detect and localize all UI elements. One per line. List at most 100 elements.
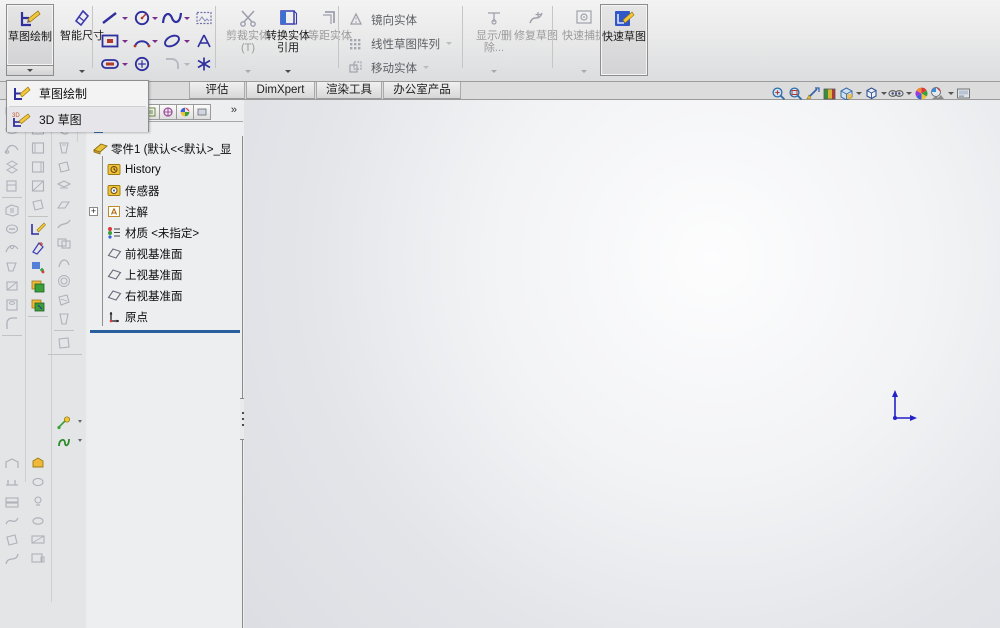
toolbar-divider <box>54 330 74 331</box>
previous-view-icon[interactable] <box>804 85 820 101</box>
display-style-dropdown-arrow[interactable] <box>880 85 887 101</box>
expand-panel-chevron[interactable]: » <box>231 104 237 116</box>
ribbon-row-linear-sketch-pattern: 线性草图阵列 <box>346 33 452 54</box>
rebuild-icon[interactable] <box>26 276 50 295</box>
ribbon-button-convert-entities[interactable]: 转换实体引用 <box>264 4 312 66</box>
zoom-to-fit-icon[interactable] <box>770 85 786 101</box>
sketch-picture-icon[interactable] <box>192 8 216 28</box>
linear-sketch-pattern-icon <box>346 35 366 53</box>
convert-entities-dropdown-arrow[interactable] <box>264 66 312 76</box>
display-style-icon[interactable] <box>863 85 879 101</box>
revolved-cut-icon <box>0 219 24 238</box>
slot-icon[interactable] <box>98 54 122 74</box>
line-dropdown-arrow[interactable] <box>120 8 129 28</box>
sketch-dropdown-arrow[interactable] <box>6 66 54 76</box>
sensors-icon <box>106 183 122 199</box>
instant3d-dropdown-arrow[interactable] <box>78 420 82 423</box>
camera-icon <box>26 510 50 529</box>
section-view-icon[interactable] <box>821 85 837 101</box>
hide-show-items-icon[interactable] <box>888 85 904 101</box>
view-settings-icon[interactable] <box>955 85 971 101</box>
tree-item-label: 上视基准面 <box>125 267 183 283</box>
edit-sketch-icon[interactable] <box>26 219 50 238</box>
ribbon-row-label: 移动实体 <box>371 60 417 76</box>
rebuild-all-icon[interactable] <box>26 295 50 314</box>
rapid-sketch-icon <box>613 8 635 30</box>
smart-dimension-icon <box>72 7 92 29</box>
line-icon[interactable] <box>98 8 122 28</box>
tab-render-tools[interactable]: 渲染工具 <box>316 82 382 99</box>
menu-item-sketch[interactable]: 草图绘制 <box>7 81 148 106</box>
rectangle-icon[interactable] <box>98 31 122 51</box>
curve-through-points-icon[interactable] <box>52 432 76 451</box>
linear-sketch-pattern-dropdown-arrow <box>446 42 452 45</box>
point-icon[interactable] <box>192 54 216 74</box>
ribbon-row-label: 线性草图阵列 <box>371 36 440 52</box>
ribbon-button-sketch[interactable]: 草图绘制 <box>6 4 54 66</box>
arc-dropdown-arrow[interactable] <box>150 31 159 51</box>
tree-item-sensors[interactable]: 传感器 <box>88 180 243 201</box>
apply-scene-icon[interactable] <box>930 85 946 101</box>
view-orientation-icon[interactable] <box>838 85 854 101</box>
walk-through-icon <box>26 529 50 548</box>
circle-dropdown-arrow[interactable] <box>150 8 159 28</box>
tree-item-top-plane[interactable]: 上视基准面 <box>88 264 243 285</box>
smart-dimension-small-icon[interactable] <box>26 238 50 257</box>
tree-item-right-plane[interactable]: 右视基准面 <box>88 285 243 306</box>
curve-dropdown-arrow[interactable] <box>78 439 82 442</box>
spline-dropdown-arrow[interactable] <box>182 8 191 28</box>
ribbon-separator <box>215 6 216 68</box>
rollback-bar[interactable] <box>90 330 240 333</box>
tree-guide-line <box>102 156 103 326</box>
extruded-cut-icon <box>0 200 24 219</box>
apply-scene-dropdown-arrow[interactable] <box>947 85 954 101</box>
slot-dropdown-arrow[interactable] <box>120 54 129 74</box>
instant3d-icon[interactable] <box>52 413 76 432</box>
polygon-icon[interactable] <box>130 54 154 74</box>
tree-item-history[interactable]: History <box>88 159 243 180</box>
expand-annotations-icon[interactable]: + <box>89 207 98 216</box>
tree-item-part[interactable]: 零件1 (默认<<默认>_显 <box>88 138 243 159</box>
tree-item-annotations[interactable]: + 注解 <box>88 201 243 222</box>
tree-item-label: 前视基准面 <box>125 246 183 262</box>
zoom-to-area-icon[interactable] <box>787 85 803 101</box>
manager-tab-strip <box>142 103 210 120</box>
part-icon <box>92 141 108 157</box>
tab-office-products[interactable]: 办公室产品 <box>383 82 461 99</box>
text-icon[interactable] <box>192 31 216 51</box>
configuration-manager-tab-icon[interactable] <box>176 104 194 120</box>
tab-evaluate[interactable]: 评估 <box>189 82 245 99</box>
toolbar-divider <box>2 335 22 336</box>
edit-appearance-small-icon[interactable] <box>26 453 50 472</box>
boundary-boss-icon <box>0 176 24 195</box>
hide-show-items-dropdown-arrow[interactable] <box>905 85 912 101</box>
graphics-area[interactable] <box>244 100 1000 628</box>
display-delete-relations-icon <box>484 7 504 29</box>
quick-snaps-icon <box>574 7 594 29</box>
display-manager-tab-icon[interactable] <box>193 104 211 120</box>
tree-item-origin[interactable]: 原点 <box>88 306 243 327</box>
edit-appearance-icon[interactable] <box>913 85 929 101</box>
lights-icon <box>26 491 50 510</box>
ribbon-separator <box>338 6 339 68</box>
dome-icon <box>52 176 76 195</box>
move-face-icon[interactable] <box>26 257 50 276</box>
ellipse-icon[interactable] <box>160 31 184 51</box>
ellipse-dropdown-arrow[interactable] <box>182 31 191 51</box>
offset-entities-icon <box>320 7 340 29</box>
menu-item-3d-sketch[interactable]: 3D 3D 草图 <box>7 107 148 132</box>
ribbon-button-display-delete-relations: 显示/删除... <box>470 4 518 66</box>
spline-icon[interactable] <box>160 8 184 28</box>
lofted-cut-icon <box>0 257 24 276</box>
tab-dimxpert[interactable]: DimXpert <box>246 82 315 99</box>
tree-item-material[interactable]: 材质 <未指定> <box>88 222 243 243</box>
toolbar-column-3 <box>52 100 78 451</box>
rectangle-dropdown-arrow[interactable] <box>120 31 129 51</box>
property-manager-tab-icon[interactable] <box>159 104 177 120</box>
tree-item-front-plane[interactable]: 前视基准面 <box>88 243 243 264</box>
view-orientation-dropdown-arrow[interactable] <box>855 85 862 101</box>
move-entities-icon <box>346 59 366 77</box>
ribbon-button-rapid-sketch[interactable]: 快速草图 <box>600 4 648 76</box>
move-entities-dropdown-arrow <box>423 66 429 69</box>
toolbar-divider <box>28 216 48 217</box>
